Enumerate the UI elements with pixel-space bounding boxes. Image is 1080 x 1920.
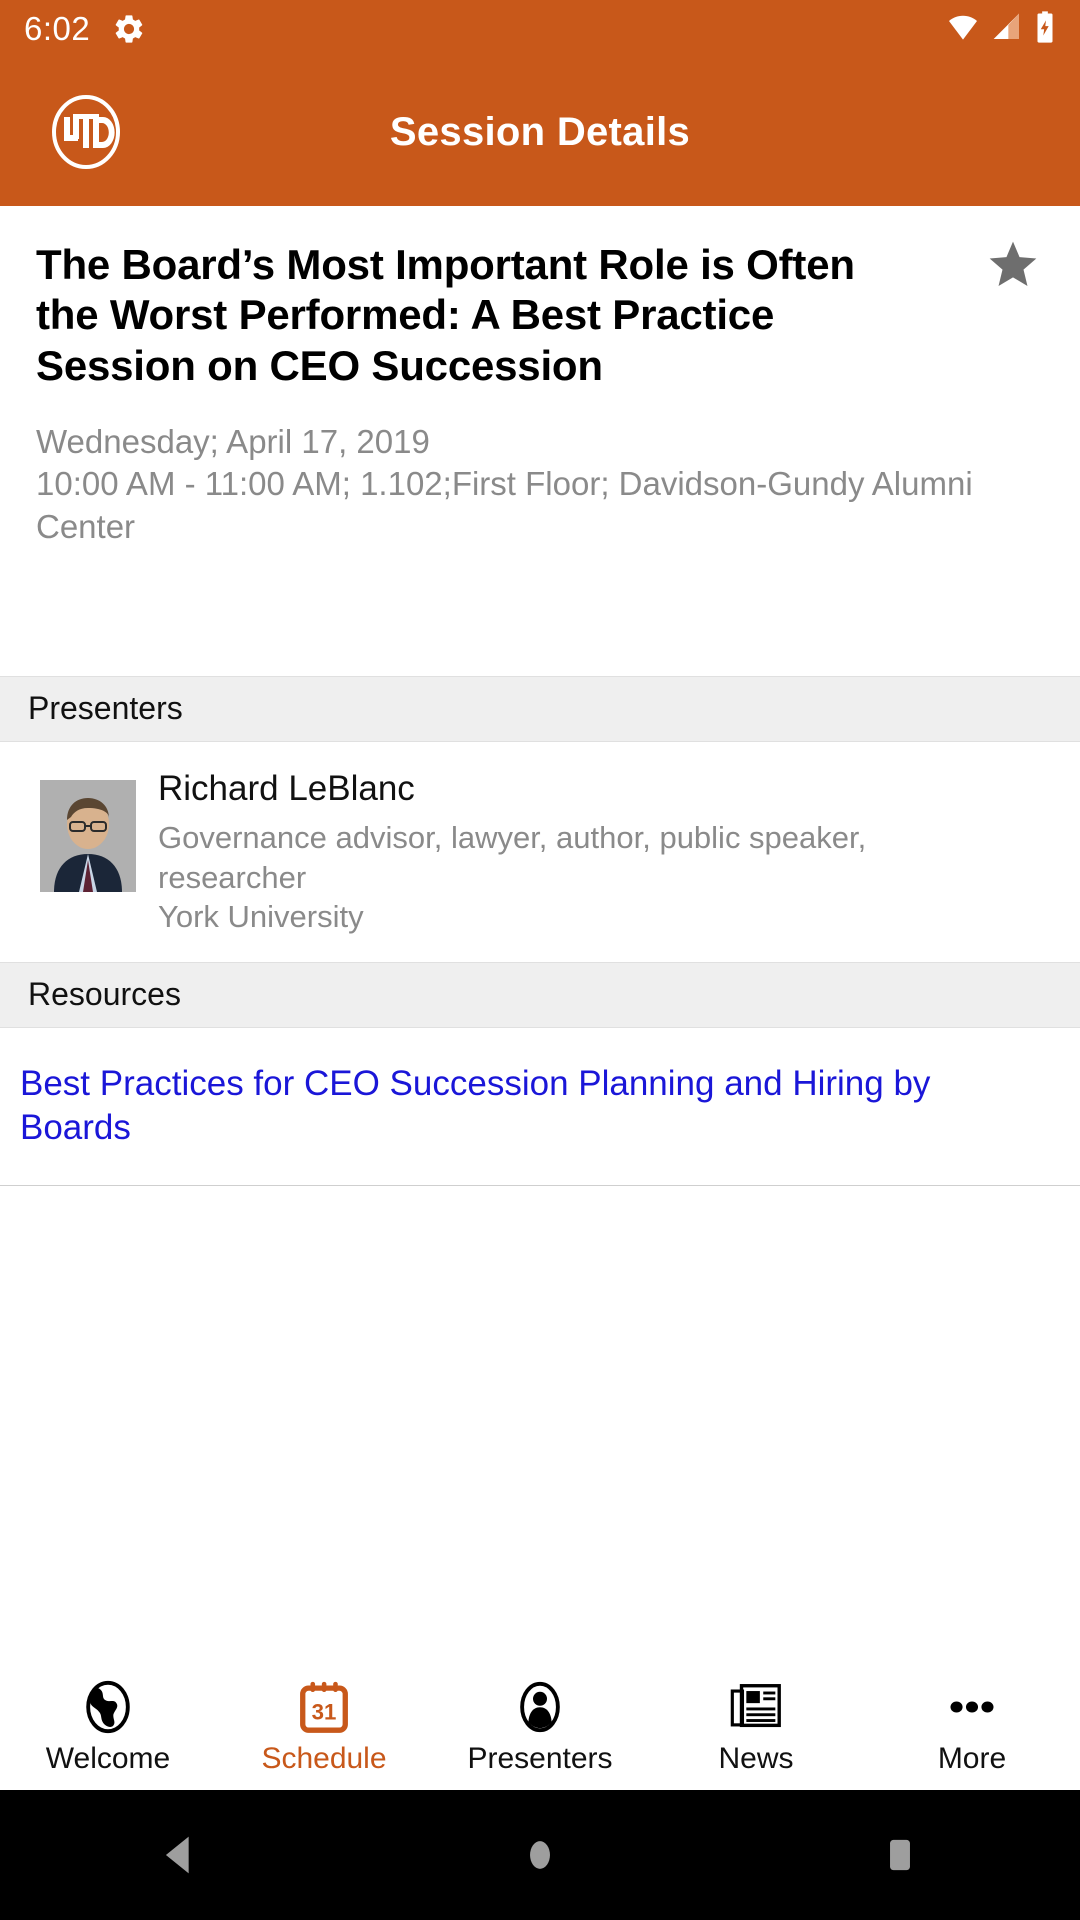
presenter-headshot xyxy=(40,779,136,892)
recents-square-icon xyxy=(890,1839,910,1871)
calendar-day-number: 31 xyxy=(312,1699,337,1724)
tab-label-schedule: Schedule xyxy=(261,1741,387,1775)
favorite-star-button[interactable] xyxy=(982,234,1044,296)
presenter-bio: Governance advisor, lawyer, author, publ… xyxy=(158,819,867,895)
wifi-icon xyxy=(946,11,980,48)
person-icon xyxy=(511,1678,569,1736)
tab-label-welcome: Welcome xyxy=(45,1741,171,1775)
tab-schedule[interactable]: 31 Schedule xyxy=(216,1678,432,1776)
tab-news[interactable]: News xyxy=(648,1678,864,1776)
app-bar: Session Details xyxy=(0,58,1080,206)
session-time-location: 10:00 AM - 11:00 AM; 1.102;First Floor; … xyxy=(36,465,973,545)
tab-label-presenters: Presenters xyxy=(467,1741,613,1775)
home-button[interactable] xyxy=(480,1790,600,1920)
globe-icon xyxy=(79,1678,137,1736)
main-content: The Board’s Most Important Role is Often… xyxy=(0,206,1080,1662)
back-triangle-icon xyxy=(165,1836,189,1874)
presenters-section-header: Presenters xyxy=(0,675,1080,742)
resource-list-item[interactable]: Best Practices for CEO Succession Planni… xyxy=(0,1027,1080,1187)
session-summary: The Board’s Most Important Role is Often… xyxy=(0,206,1080,548)
tab-more[interactable]: More xyxy=(864,1678,1080,1776)
presenter-name: Richard LeBlanc xyxy=(158,768,415,808)
resource-link[interactable]: Best Practices for CEO Succession Planni… xyxy=(20,1062,980,1152)
ellipsis-icon xyxy=(943,1678,1001,1736)
tab-label-news: News xyxy=(718,1741,794,1775)
newspaper-icon xyxy=(727,1678,785,1736)
gear-icon xyxy=(112,12,146,46)
utd-circle-logo[interactable] xyxy=(50,93,122,171)
calendar-icon: 31 xyxy=(295,1678,353,1736)
status-bar-clock: 6:02 xyxy=(24,10,91,47)
content-spacer xyxy=(0,547,1080,676)
home-circle-icon xyxy=(530,1841,550,1869)
status-bar: 6:02 xyxy=(0,0,1080,58)
resources-section-header: Resources xyxy=(0,961,1080,1028)
android-navigation-bar xyxy=(0,1790,1080,1920)
tab-label-more: More xyxy=(937,1741,1007,1775)
app-screen: 6:02 Session Details The Board’s Most Im… xyxy=(0,0,1080,1920)
presenter-details: Richard LeBlanc Governance advisor, lawy… xyxy=(158,768,948,938)
page-title: Session Details xyxy=(389,109,691,154)
battery-charging-icon xyxy=(1034,10,1056,49)
presenter-organization: York University xyxy=(158,899,364,935)
recents-button[interactable] xyxy=(840,1790,960,1920)
session-date: Wednesday; April 17, 2019 xyxy=(36,423,430,461)
status-bar-icons xyxy=(946,10,1056,49)
tab-welcome[interactable]: Welcome xyxy=(0,1678,216,1776)
session-title: The Board’s Most Important Role is Often… xyxy=(36,241,855,389)
back-button[interactable] xyxy=(120,1790,240,1920)
bottom-tab-bar: Welcome 31 Schedule Presenters News More xyxy=(0,1662,1080,1790)
cell-signal-icon xyxy=(991,11,1023,48)
star-icon xyxy=(989,241,1037,286)
tab-presenters[interactable]: Presenters xyxy=(432,1678,648,1776)
presenter-list-item[interactable]: Richard LeBlanc Governance advisor, lawy… xyxy=(0,741,1080,962)
